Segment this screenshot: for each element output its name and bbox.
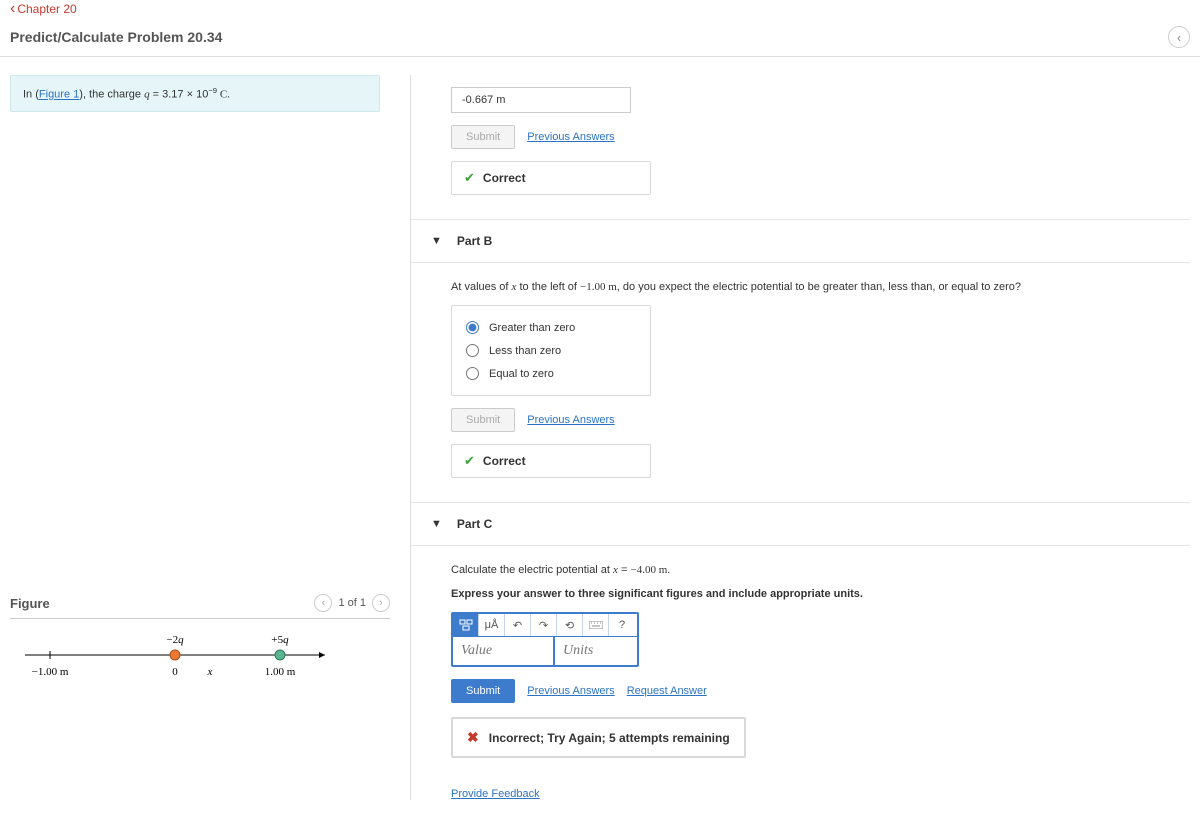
part-a-answer: -0.667 m [451, 87, 631, 113]
intro-mid: ), the charge [79, 89, 144, 101]
intro-eq: = 3.17 × 10 [150, 89, 209, 101]
value-input[interactable] [453, 637, 553, 665]
figure-counter: 1 of 1 [338, 597, 366, 609]
caret-down-icon: ▼ [431, 518, 442, 530]
part-b-title: Part B [457, 234, 492, 248]
part-a-correct-box: ✔ Correct [451, 161, 651, 195]
back-link[interactable]: Chapter 20 [10, 0, 77, 18]
intro-prefix: In ( [23, 89, 39, 101]
part-c-request-answer-link[interactable]: Request Answer [627, 685, 707, 697]
part-b-question: At values of x to the left of −1.00 m, d… [451, 281, 1190, 293]
svg-text:+5q: +5q [271, 634, 289, 646]
check-icon: ✔ [464, 170, 475, 186]
option-less-label: Less than zero [489, 345, 561, 357]
part-c-header[interactable]: ▼ Part C [411, 502, 1190, 546]
option-less[interactable]: Less than zero [466, 339, 636, 362]
option-equal[interactable]: Equal to zero [466, 362, 636, 385]
units-input[interactable] [553, 637, 637, 665]
svg-text:−1.00 m: −1.00 m [32, 666, 69, 678]
undo-icon[interactable]: ↶ [505, 614, 531, 636]
part-b-submit-button: Submit [451, 408, 515, 432]
part-b-previous-answers-link[interactable]: Previous Answers [527, 414, 614, 426]
intro-unit: C. [217, 89, 230, 101]
part-b-options: Greater than zero Less than zero Equal t… [451, 305, 651, 396]
svg-text:−2q: −2q [166, 634, 184, 646]
option-greater[interactable]: Greater than zero [466, 316, 636, 339]
radio-equal[interactable] [466, 367, 479, 380]
page-title: Predict/Calculate Problem 20.34 [10, 29, 222, 45]
part-c-input-widget: μÅ ↶ ↷ ⟲ ? [451, 612, 639, 667]
units-icon[interactable]: μÅ [479, 614, 505, 636]
provide-feedback-link[interactable]: Provide Feedback [451, 788, 540, 800]
figure-prev-button[interactable]: ‹ [314, 594, 332, 612]
figure-link[interactable]: Figure 1 [39, 89, 79, 101]
help-icon[interactable]: ? [609, 614, 635, 636]
svg-text:1.00 m: 1.00 m [265, 666, 296, 678]
svg-text:x: x [207, 666, 213, 678]
radio-less[interactable] [466, 344, 479, 357]
option-equal-label: Equal to zero [489, 368, 554, 380]
figure-diagram: −1.00 m 0 1.00 m x −2q +5q [10, 631, 340, 691]
part-c-title: Part C [457, 517, 492, 531]
part-a-submit-button: Submit [451, 125, 515, 149]
part-b-correct-text: Correct [483, 454, 526, 468]
radio-greater[interactable] [466, 321, 479, 334]
part-c-question: Calculate the electric potential at x = … [451, 564, 1190, 576]
part-b-correct-box: ✔ Correct [451, 444, 651, 478]
problem-intro: In (Figure 1), the charge q = 3.17 × 10−… [10, 75, 380, 112]
caret-down-icon: ▼ [431, 235, 442, 247]
intro-exp: −9 [208, 86, 217, 95]
svg-text:0: 0 [172, 666, 178, 678]
figure-next-button[interactable]: › [372, 594, 390, 612]
check-icon: ✔ [464, 453, 475, 469]
part-c-incorrect-text: Incorrect; Try Again; 5 attempts remaini… [489, 731, 730, 745]
template-icon[interactable] [453, 614, 479, 636]
part-a-previous-answers-link[interactable]: Previous Answers [527, 131, 614, 143]
keyboard-icon[interactable] [583, 614, 609, 636]
part-a-correct-text: Correct [483, 171, 526, 185]
part-b-header[interactable]: ▼ Part B [411, 219, 1190, 263]
part-c-submit-button[interactable]: Submit [451, 679, 515, 703]
part-c-instruction: Express your answer to three significant… [451, 588, 1190, 600]
figure-title: Figure [10, 596, 50, 611]
reset-icon[interactable]: ⟲ [557, 614, 583, 636]
option-greater-label: Greater than zero [489, 322, 575, 334]
part-c-incorrect-box: ✖ Incorrect; Try Again; 5 attempts remai… [451, 717, 746, 758]
prev-problem-button[interactable]: ‹ [1168, 26, 1190, 48]
x-icon: ✖ [467, 729, 479, 746]
redo-icon[interactable]: ↷ [531, 614, 557, 636]
figure-panel: Figure ‹ 1 of 1 › −1.00 m 0 1.00 m x [10, 588, 390, 694]
part-c-previous-answers-link[interactable]: Previous Answers [527, 685, 614, 697]
